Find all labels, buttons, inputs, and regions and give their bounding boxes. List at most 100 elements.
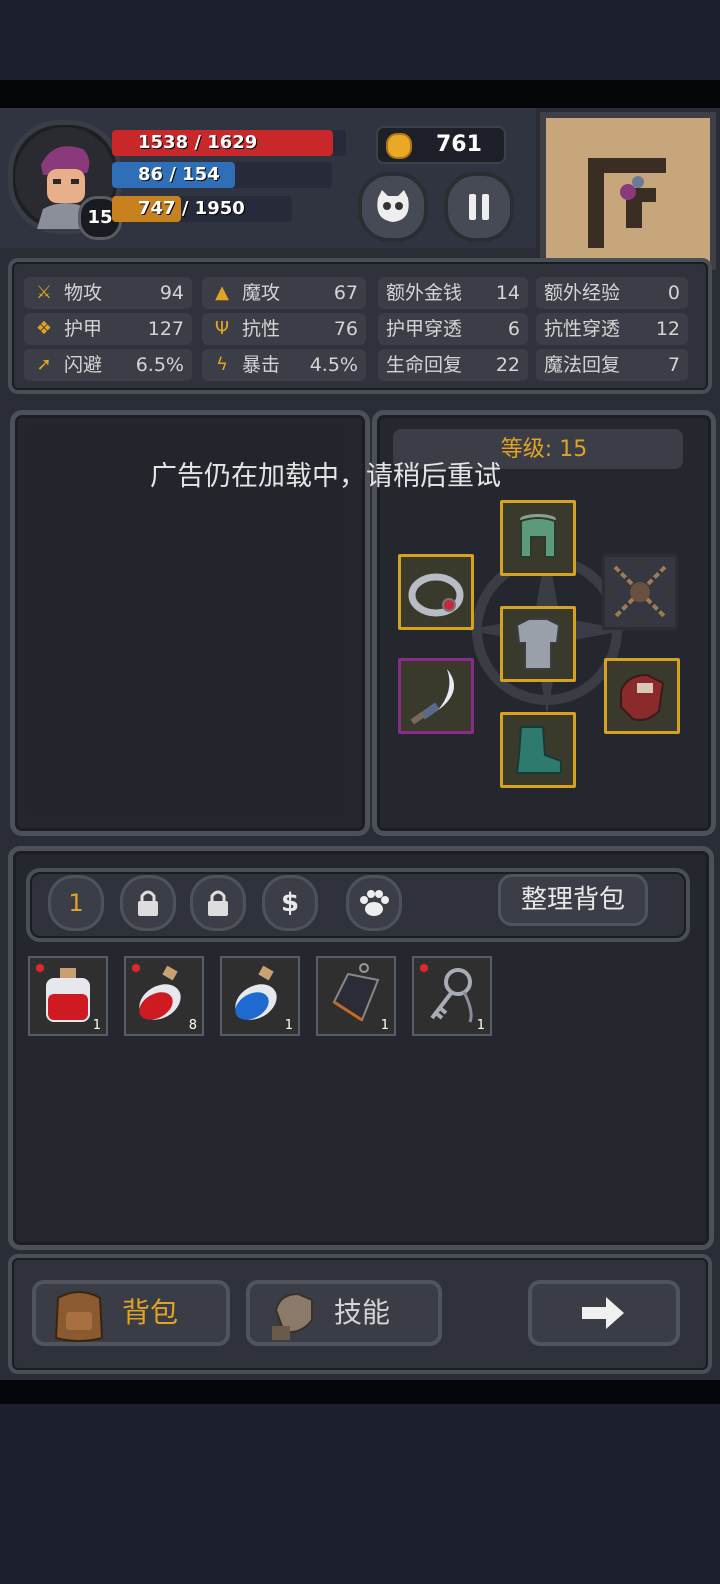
item-count: 1 [284,1018,293,1033]
stat-label: 额外经验 [544,282,621,304]
item-count: 1 [476,1018,485,1033]
inventory-item-dark-crystal[interactable]: 1 [316,956,396,1036]
stat-1: ▲ 魔攻 67 [202,277,366,309]
bag-tab-pet[interactable] [346,875,402,931]
gloves-icon [620,673,665,721]
bag-tab-shop[interactable]: $ [262,875,318,931]
next-button[interactable] [528,1280,680,1346]
bag-tab-1[interactable]: 1 [48,875,104,931]
stat-label: 闪避 [64,354,103,376]
running-icon: ➚ [36,354,52,375]
stat-label: 抗性穿透 [544,318,621,340]
pet-button[interactable] [358,172,428,242]
backpack-icon [54,1291,104,1342]
helmet-icon [520,514,556,558]
top-letterbox [0,80,720,108]
sword-icon: ⚔ [35,282,53,303]
new-item-dot [132,964,140,972]
stat-label: 护甲 [64,318,103,340]
stat-label: 额外金钱 [386,282,463,304]
inventory-item-key-ring[interactable]: 1 [412,956,492,1036]
armor-slot[interactable] [500,606,576,682]
weapon-slot[interactable] [398,658,474,734]
stat-value: 12 [655,318,680,340]
gold-amount: 761 [436,132,482,157]
stat-label: 暴击 [242,354,281,376]
stat-label: 物攻 [64,282,103,304]
stat-label: 魔法回复 [544,354,621,376]
stat-value: 127 [147,318,184,340]
new-item-dot [420,964,428,972]
stat-10: 生命回复 22 [378,349,528,381]
stat-4: ❖ 护甲 127 [24,313,192,345]
lock-icon [138,890,158,916]
stat-value: 14 [495,282,520,304]
sort-bag-button[interactable]: 整理背包 [498,874,648,926]
minimap[interactable] [540,112,716,270]
paw-icon [360,890,389,916]
arrow-right-icon [582,1297,624,1329]
skull-face-icon [377,190,409,222]
bag-nav-button[interactable]: 背包 [32,1280,230,1346]
stat-6: 护甲穿透 6 [378,313,528,345]
skills-nav-button[interactable]: 技能 [246,1280,442,1346]
hp-bar: 1538 / 1629 [112,130,346,156]
item-count: 1 [380,1018,389,1033]
stat-value: 67 [333,282,358,304]
pause-icon [469,194,489,220]
stat-5: Ψ 抗性 76 [202,313,366,345]
amulet-slot[interactable] [602,554,678,630]
stat-value: 0 [667,282,680,304]
paw-icon: ❖ [35,318,53,339]
chain-amulet-icon [613,565,667,619]
stat-value: 4.5% [309,354,358,376]
boots-slot[interactable] [500,712,576,788]
mp-bar: 86 / 154 [112,162,332,188]
chest-armor-icon [515,618,561,670]
stat-value: 22 [495,354,520,376]
stat-label: 护甲穿透 [386,318,463,340]
stat-8: ➚ 闪避 6.5% [24,349,192,381]
lock-icon [208,890,228,916]
xp-text: 747 / 1950 [138,198,245,219]
gloves-slot[interactable] [604,658,680,734]
item-count: 8 [188,1018,197,1033]
scimitar-icon [410,669,455,725]
muscle-icon: Ψ [214,318,230,339]
xp-bar: 747 / 1950 [112,196,292,222]
stat-value: 7 [667,354,680,376]
skills-nav-label: 技能 [334,1296,391,1329]
stat-label: 魔攻 [242,282,281,304]
gold-counter: 761 [376,126,506,164]
stat-0: ⚔ 物攻 94 [24,277,192,309]
stat-value: 94 [159,282,184,304]
inventory-item-blue-potion[interactable]: 1 [220,956,300,1036]
ring-icon [408,573,464,617]
bag-nav-label: 背包 [122,1296,179,1329]
stat-label: 抗性 [242,318,281,340]
pause-button[interactable] [444,172,514,242]
magic-hat-icon: ▲ [215,282,229,303]
fist-icon [272,1292,313,1340]
new-item-dot [36,964,44,972]
stat-11: 魔法回复 7 [536,349,688,381]
boots-icon [515,726,562,774]
gold-coin-icon [386,133,412,159]
stat-3: 额外经验 0 [536,277,688,309]
ad-loading-message: 广告仍在加载中，请稍后重试 [150,461,501,492]
top-safe-area [0,0,720,80]
helmet-slot[interactable] [500,500,576,576]
hp-text: 1538 / 1629 [138,132,258,153]
stat-value: 6 [507,318,520,340]
bottom-letterbox [0,1380,720,1404]
item-count: 1 [92,1018,101,1033]
bag-tab-locked-1[interactable] [120,875,176,931]
ring-slot[interactable] [398,554,474,630]
bag-tab-locked-2[interactable] [190,875,246,931]
stat-value: 76 [333,318,358,340]
stat-value: 6.5% [135,354,184,376]
inventory-item-red-potion-small[interactable]: 1 [28,956,108,1036]
stat-9: ϟ 暴击 4.5% [202,349,366,381]
lightning-icon: ϟ [216,354,228,375]
inventory-item-red-potion[interactable]: 8 [124,956,204,1036]
